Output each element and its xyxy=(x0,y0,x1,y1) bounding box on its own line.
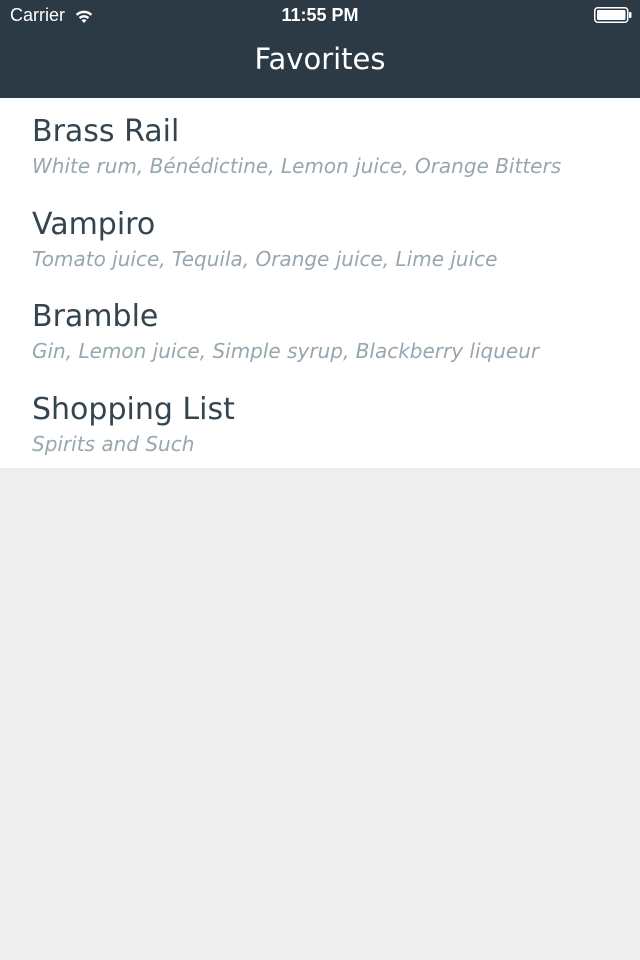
item-title: Shopping List xyxy=(32,392,235,427)
item-subtitle: Gin, Lemon juice, Simple syrup, Blackber… xyxy=(32,339,540,363)
item-title: Vampiro xyxy=(32,207,156,242)
list-item[interactable]: Vampiro Tomato juice, Tequila, Orange ju… xyxy=(0,191,640,283)
navigation-bar: Carrier 11:55 PM Favorites xyxy=(0,0,640,98)
item-title: Brass Rail xyxy=(32,114,180,149)
item-subtitle: Tomato juice, Tequila, Orange juice, Lim… xyxy=(32,247,498,271)
empty-area xyxy=(0,468,640,960)
favorites-list: Brass Rail White rum, Bénédictine, Lemon… xyxy=(0,98,640,468)
list-item[interactable]: Shopping List Spirits and Such xyxy=(0,376,640,468)
status-bar: Carrier 11:55 PM xyxy=(0,0,640,32)
item-title: Bramble xyxy=(32,299,159,334)
item-subtitle: White rum, Bénédictine, Lemon juice, Ora… xyxy=(32,154,562,178)
item-subtitle: Spirits and Such xyxy=(32,432,195,456)
page-title: Favorites xyxy=(254,42,386,76)
list-item[interactable]: Brass Rail White rum, Bénédictine, Lemon… xyxy=(0,98,640,190)
battery-icon xyxy=(594,7,632,23)
status-time: 11:55 PM xyxy=(281,5,359,25)
list-item[interactable]: Bramble Gin, Lemon juice, Simple syrup, … xyxy=(0,283,640,375)
